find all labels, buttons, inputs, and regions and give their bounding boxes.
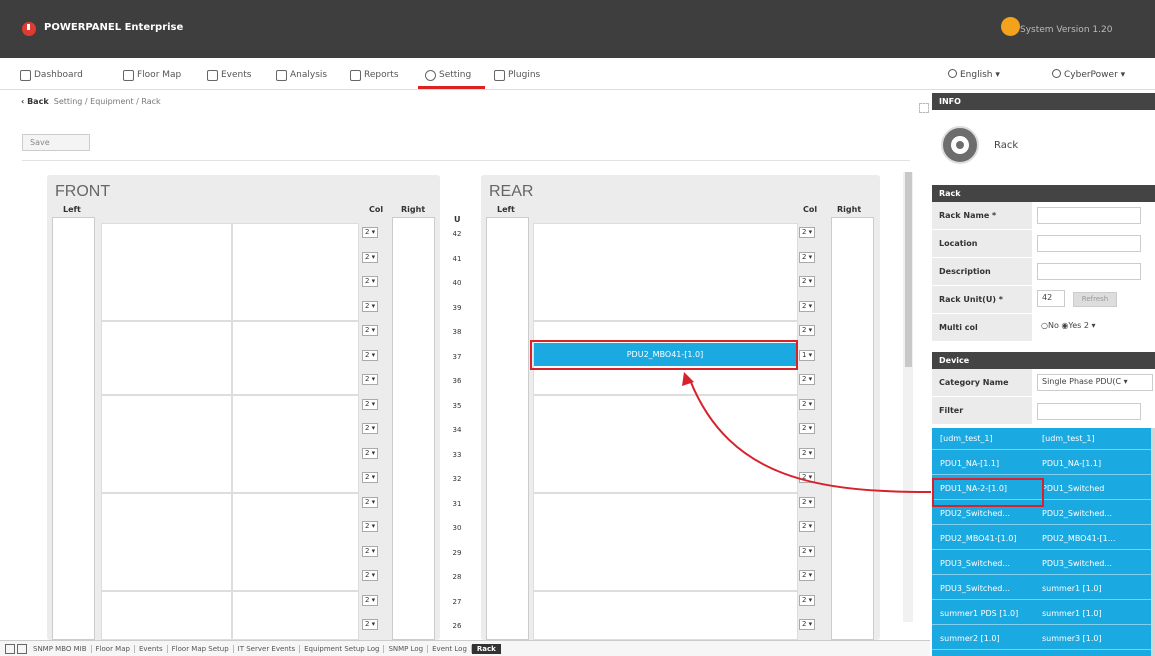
- app-window: POWERPANEL Enterprise System Version 1.2…: [0, 0, 1155, 656]
- drag-arrow: [682, 372, 932, 493]
- drag-arrow-path: [689, 379, 932, 493]
